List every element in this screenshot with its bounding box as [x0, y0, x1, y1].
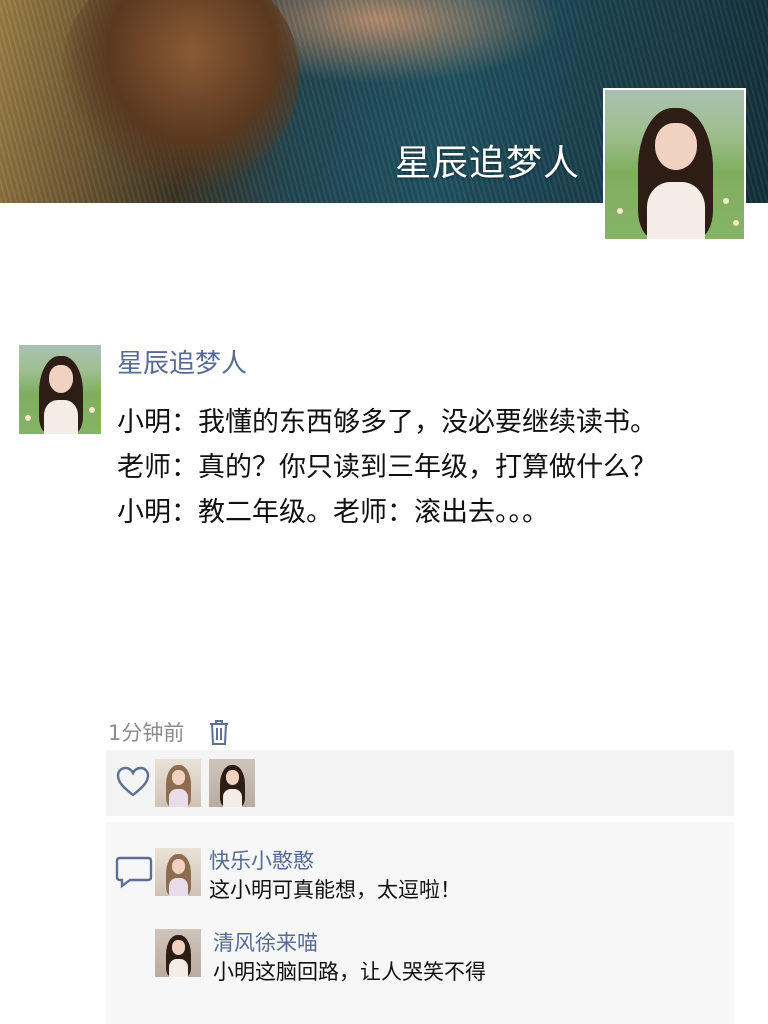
post-line: 老师：真的？你只读到三年级，打算做什么？	[117, 452, 657, 483]
post-timestamp: 1分钟前	[108, 721, 185, 745]
comment-author[interactable]: 快乐小憨憨	[209, 845, 314, 875]
post-line: 小明：我懂的东西够多了，没必要继续读书。	[117, 407, 657, 438]
post-author-avatar-image	[19, 345, 101, 434]
comment-text: 小明这脑回路，让人哭笑不得	[213, 960, 486, 984]
post-line: 小明：教二年级。老师：滚出去。。。	[117, 497, 549, 528]
post-meta: 1分钟前	[108, 716, 230, 748]
liker-avatar[interactable]	[209, 759, 255, 807]
post-author-avatar[interactable]	[19, 345, 101, 434]
commenter-avatar[interactable]	[155, 848, 201, 896]
commenter-avatar-image	[155, 848, 201, 896]
liker-avatar[interactable]	[155, 759, 201, 807]
moments-page: 星辰追梦人 星辰追梦人 小明：我懂的东西够多了，没必要继续读书。 老师：真的？你…	[0, 0, 768, 1024]
trash-icon[interactable]	[208, 718, 230, 746]
cover-username[interactable]: 星辰追梦人	[395, 134, 580, 186]
profile-avatar-image	[605, 90, 744, 239]
profile-avatar[interactable]	[603, 88, 746, 241]
commenter-avatar-image	[155, 929, 201, 977]
heart-outline-icon	[115, 764, 151, 800]
commenter-avatar[interactable]	[155, 929, 201, 977]
post-content: 小明：我懂的东西够多了，没必要继续读书。 老师：真的？你只读到三年级，打算做什么…	[117, 400, 747, 535]
comments-panel: 快乐小憨憨 这小明可真能想，太逗啦！ 清风徐来喵 小明这脑回路，让人哭笑不得	[106, 822, 734, 1024]
likes-panel	[106, 750, 734, 816]
liker-avatar-image	[155, 759, 201, 807]
comment-author[interactable]: 清风徐来喵	[213, 927, 318, 957]
comment-bubble-icon	[114, 854, 154, 890]
post-author-name[interactable]: 星辰追梦人	[117, 343, 247, 380]
cover-hair-shape	[60, 0, 300, 190]
liker-avatar-image	[209, 759, 255, 807]
comment-text: 这小明可真能想，太逗啦！	[209, 878, 461, 902]
